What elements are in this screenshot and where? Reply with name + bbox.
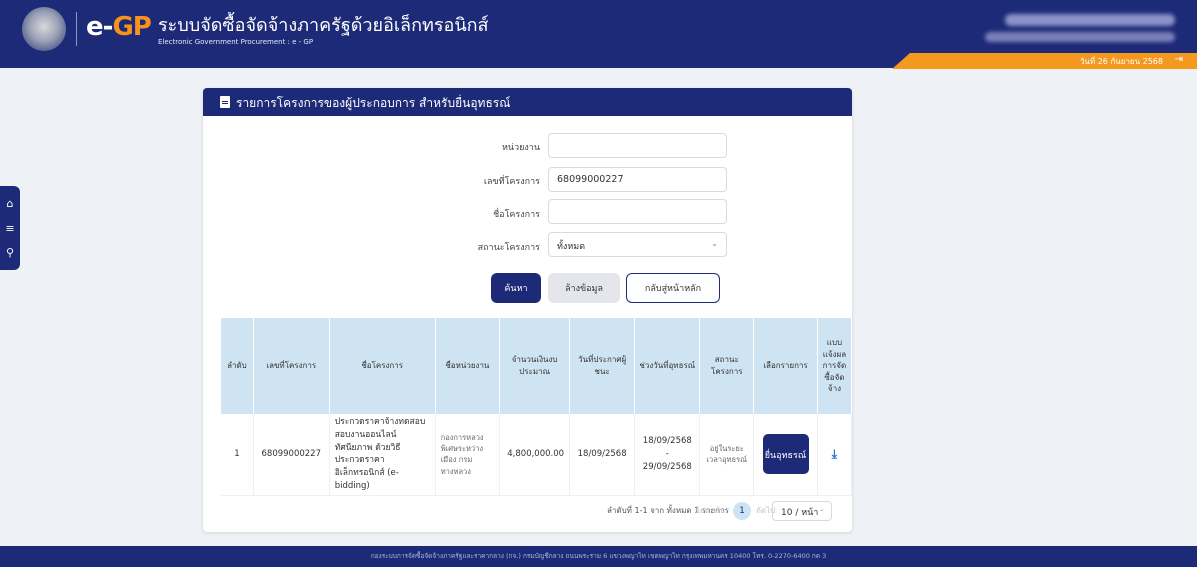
cell-announce-date: 18/09/2568 — [569, 414, 636, 496]
project-list-card: รายการโครงการของผู้ประกอบการ สำหรับยื่นอ… — [203, 88, 853, 532]
project-name-input[interactable] — [548, 199, 727, 224]
table-row: 1 68099000227 ประกวดราคาจ้างทดสอบสอบงานอ… — [221, 414, 853, 496]
cell-no: 1 — [221, 414, 254, 496]
col-header-project-no: เลขที่โครงการ — [253, 318, 330, 414]
appeal-from-date: 18/09/2568 — [642, 436, 692, 447]
current-date: วันที่ 26 กันยายน 2568 — [1079, 57, 1163, 66]
pagination-prev[interactable]: ย้อนกลับ — [695, 504, 725, 517]
col-header-form: แบบแจ้งผลการจัดซื้อจัดจ้าง — [817, 318, 853, 414]
system-subtitle: Electronic Government Procurement : e - … — [158, 38, 314, 46]
col-header-agency: ชื่อหน่วยงาน — [435, 318, 501, 414]
appeal-date-separator: - — [665, 448, 669, 459]
cell-appeal-period: 18/09/2568 - 29/09/2568 — [634, 414, 701, 496]
menu-icon[interactable]: ≡ — [0, 222, 20, 235]
document-icon — [220, 96, 230, 108]
col-header-no: ลำดับ — [221, 318, 254, 414]
chevron-down-icon: ⌄ — [711, 239, 718, 248]
footer: กองระบบการจัดซื้อจัดจ้างภาครัฐและราคากลา… — [0, 546, 1197, 567]
col-header-select: เลือกรายการ — [753, 318, 818, 414]
project-table: ลำดับ เลขที่โครงการ ชื่อโครงการ ชื่อหน่ว… — [221, 318, 853, 496]
project-no-label: เลขที่โครงการ — [483, 177, 540, 187]
agency-label: หน่วยงาน — [501, 143, 540, 153]
cell-select: ยื่นอุทธรณ์ — [753, 414, 818, 496]
status-selected-value: ทั้งหมด — [557, 242, 586, 252]
appeal-to-date: 29/09/2568 — [642, 461, 692, 472]
home-icon[interactable]: ⌂ — [0, 197, 20, 210]
top-header: e-GP ระบบจัดซื้อจัดจ้างภาครัฐด้วยอิเล็กท… — [0, 0, 1197, 58]
user-name-redacted — [1005, 14, 1175, 26]
table-header-row: ลำดับ เลขที่โครงการ ชื่อโครงการ ชื่อหน่ว… — [221, 318, 853, 414]
cell-agency: กองการหลวงพิเศษระหว่างเมือง กรมทางหลวง — [435, 414, 501, 496]
chevron-down-icon: ⌄ — [819, 505, 825, 513]
back-home-button[interactable]: กลับสู่หน้าหลัก — [626, 273, 720, 303]
cell-project-name: ประกวดราคาจ้างทดสอบสอบงานออนไลน์ ทัศนียภ… — [329, 414, 436, 496]
logout-icon[interactable]: ⇥ — [1175, 54, 1183, 65]
system-title: ระบบจัดซื้อจัดจ้างภาครัฐด้วยอิเล็กทรอนิก… — [158, 15, 489, 36]
project-status-select[interactable]: ทั้งหมด ⌄ — [548, 232, 727, 257]
cell-status: อยู่ในระยะเวลาอุทธรณ์ — [699, 414, 755, 496]
submit-appeal-button[interactable]: ยื่นอุทธรณ์ — [762, 434, 809, 475]
cell-budget: 4,800,000.00 — [499, 414, 571, 496]
agency-input[interactable] — [548, 133, 727, 158]
logo-gp: GP — [112, 12, 151, 42]
page-size-value: 10 / หน้า — [781, 508, 819, 518]
search-icon[interactable]: ⚲ — [0, 246, 20, 259]
government-emblem-logo — [22, 7, 66, 51]
col-header-project-name: ชื่อโครงการ — [329, 318, 436, 414]
card-header: รายการโครงการของผู้ประกอบการ สำหรับยื่นอ… — [203, 88, 852, 116]
user-agency-redacted — [985, 32, 1175, 42]
side-nav: ⌂ ≡ ⚲ — [0, 186, 20, 270]
header-divider — [76, 12, 77, 46]
page-size-select[interactable]: 10 / หน้า ⌄ — [772, 501, 832, 521]
col-header-status: สถานะโครงการ — [699, 318, 755, 414]
cell-project-no: 68099000227 — [253, 414, 330, 496]
search-button[interactable]: ค้นหา — [491, 273, 541, 303]
col-header-announce-date: วันที่ประกาศผู้ชนะ — [569, 318, 636, 414]
clear-button[interactable]: ล้างข้อมูล — [548, 273, 620, 303]
pagination-current-page[interactable]: 1 — [733, 502, 751, 520]
col-header-budget: จำนวนเงินงบประมาณ — [499, 318, 571, 414]
project-status-label: สถานะโครงการ — [477, 243, 540, 253]
project-name-label: ชื่อโครงการ — [493, 210, 540, 220]
egp-logo[interactable]: e-GP — [86, 12, 152, 42]
col-header-appeal-period: ช่วงวันที่อุทธรณ์ — [634, 318, 701, 414]
card-title: รายการโครงการของผู้ประกอบการ สำหรับยื่นอ… — [236, 96, 511, 110]
download-icon[interactable]: ⤓ — [832, 447, 837, 461]
logo-e: e- — [86, 12, 113, 42]
project-no-input[interactable] — [548, 167, 727, 192]
cell-form: ⤓ — [817, 414, 853, 496]
